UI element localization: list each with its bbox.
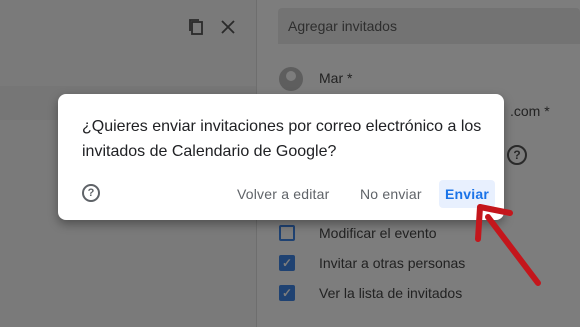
copy-icon[interactable] bbox=[187, 18, 205, 41]
guest-avatar bbox=[279, 67, 303, 91]
dialog-message: ¿Quieres enviar invitaciones por correo … bbox=[82, 118, 482, 160]
guest-email: .com * bbox=[510, 103, 550, 119]
dont-send-button[interactable]: No enviar bbox=[360, 182, 422, 206]
guest-name: Mar * bbox=[319, 70, 353, 86]
close-icon[interactable] bbox=[220, 19, 236, 40]
permission-label: Ver la lista de invitados bbox=[319, 285, 463, 301]
send-invitations-dialog: ¿Quieres enviar invitaciones por correo … bbox=[58, 94, 504, 220]
checkbox-unchecked[interactable] bbox=[279, 225, 295, 241]
add-guests-input[interactable]: Agregar invitados bbox=[278, 8, 580, 44]
permission-invite-others[interactable]: ✓ Invitar a otras personas bbox=[279, 254, 465, 272]
permission-modify-event[interactable]: Modificar el evento bbox=[279, 224, 437, 242]
permission-see-guest-list[interactable]: ✓ Ver la lista de invitados bbox=[279, 284, 462, 302]
checkbox-checked[interactable]: ✓ bbox=[279, 255, 295, 271]
checkbox-checked[interactable]: ✓ bbox=[279, 285, 295, 301]
add-guests-placeholder: Agregar invitados bbox=[288, 18, 397, 34]
back-to-edit-button[interactable]: Volver a editar bbox=[237, 182, 330, 206]
help-icon[interactable]: ? bbox=[82, 184, 100, 202]
red-arrow-annotation bbox=[475, 204, 541, 286]
help-icon[interactable]: ? bbox=[507, 145, 527, 165]
permission-label: Invitar a otras personas bbox=[319, 255, 466, 271]
permission-label: Modificar el evento bbox=[319, 225, 437, 241]
